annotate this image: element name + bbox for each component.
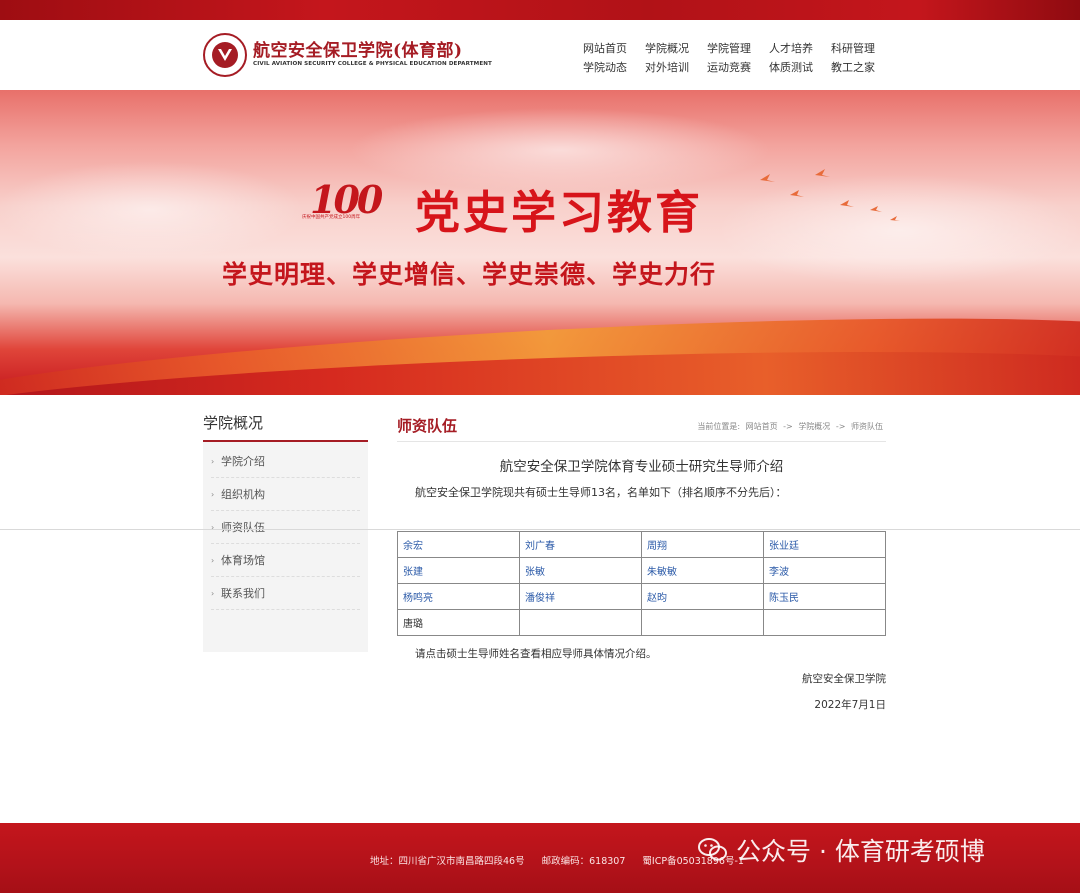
bullet-icon: › bbox=[211, 523, 215, 532]
empty-cell bbox=[641, 609, 764, 636]
nav-item-news[interactable]: 学院动态 bbox=[583, 59, 645, 78]
mentor-link[interactable]: 陈玉民 bbox=[763, 583, 886, 610]
nav-item-overview[interactable]: 学院概况 bbox=[645, 40, 707, 59]
watermark-text: 公众号 · 体育研考硕博 bbox=[736, 837, 985, 866]
mentor-link[interactable]: 朱敏敏 bbox=[641, 557, 764, 584]
table-row: 唐璐 bbox=[397, 609, 886, 636]
banner-title: 党史学习教育 bbox=[415, 186, 704, 239]
doves-icon bbox=[760, 169, 900, 221]
mentor-table: 余宏 刘广春 周翔 张业廷 张建 张敏 朱敏敏 李波 杨鸣亮 潘俊祥 赵昀 陈玉… bbox=[397, 531, 886, 636]
mentor-link[interactable]: 余宏 bbox=[397, 531, 520, 558]
footer-address: 地址：四川省广汉市南昌路四段46号 bbox=[370, 856, 525, 867]
article-note: 请点击硕士生导师姓名查看相应导师具体情况介绍。 bbox=[415, 648, 657, 660]
table-row: 张建 张敏 朱敏敏 李波 bbox=[397, 557, 886, 584]
nav-item-external-training[interactable]: 对外培训 bbox=[645, 59, 707, 78]
mentor-link[interactable]: 张敏 bbox=[519, 557, 642, 584]
section-title: 师资队伍 bbox=[397, 417, 458, 435]
signature-org: 航空安全保卫学院 bbox=[802, 673, 886, 685]
mentor-link[interactable]: 李波 bbox=[763, 557, 886, 584]
sidebar-item-intro[interactable]: › 学院介绍 bbox=[211, 445, 360, 478]
banner-slogan: 学史明理、学史增信、学史崇德、学史力行 bbox=[222, 260, 717, 289]
sidebar-item-label: 体育场馆 bbox=[221, 554, 265, 567]
bullet-icon: › bbox=[211, 589, 215, 598]
mentor-link[interactable]: 杨鸣亮 bbox=[397, 583, 520, 610]
bullet-icon: › bbox=[211, 490, 215, 499]
empty-cell bbox=[763, 609, 886, 636]
site-title: 航空安全保卫学院(体育部) bbox=[253, 41, 463, 61]
site-subtitle: CIVIL AVIATION SECURITY COLLEGE & PHYSIC… bbox=[253, 61, 492, 67]
bullet-icon: › bbox=[211, 556, 215, 565]
nav-item-research[interactable]: 科研管理 bbox=[831, 40, 893, 59]
wechat-icon bbox=[698, 838, 727, 861]
breadcrumb-home[interactable]: 网站首页 bbox=[746, 422, 778, 431]
breadcrumb-overview[interactable]: 学院概况 bbox=[798, 422, 830, 431]
footer-postcode: 邮政编码：618307 bbox=[541, 856, 626, 867]
wechat-watermark: 公众号 · 体育研考硕博 bbox=[698, 833, 985, 867]
centenary-badge: 100 庆祝中国共产党成立100周年 bbox=[302, 177, 390, 227]
nav-row: 学院动态 对外培训 运动竞赛 体质测试 教工之家 bbox=[583, 59, 893, 78]
content-header: 师资队伍 当前位置是: 网站首页 -> 学院概况 -> 师资队伍 bbox=[397, 405, 886, 442]
sidebar-item-label: 师资队伍 bbox=[221, 521, 265, 534]
sidebar-item-venues[interactable]: › 体育场馆 bbox=[211, 544, 360, 577]
college-seal-icon bbox=[203, 33, 247, 77]
nav-row: 网站首页 学院概况 学院管理 人才培养 科研管理 bbox=[583, 40, 893, 59]
sidebar-item-faculty[interactable]: › 师资队伍 bbox=[211, 511, 360, 544]
breadcrumb-current: 师资队伍 bbox=[851, 422, 883, 431]
badge-caption: 庆祝中国共产党成立100周年 bbox=[302, 215, 361, 220]
nav-item-training[interactable]: 人才培养 bbox=[769, 40, 831, 59]
nav-item-competitions[interactable]: 运动竞赛 bbox=[707, 59, 769, 78]
sidebar-heading: 学院概况 bbox=[203, 405, 368, 442]
mentor-link[interactable]: 潘俊祥 bbox=[519, 583, 642, 610]
mentor-link[interactable]: 周翔 bbox=[641, 531, 764, 558]
signature-date: 2022年7月1日 bbox=[814, 699, 886, 711]
bullet-icon: › bbox=[211, 457, 215, 466]
main-nav: 网站首页 学院概况 学院管理 人才培养 科研管理 学院动态 对外培训 运动竞赛 … bbox=[583, 40, 893, 78]
mentor-name: 唐璐 bbox=[397, 609, 520, 636]
article-intro: 航空安全保卫学院现共有硕士生导师13名，名单如下（排名顺序不分先后）： bbox=[415, 486, 787, 499]
site-logo[interactable]: 航空安全保卫学院(体育部) CIVIL AVIATION SECURITY CO… bbox=[203, 33, 493, 79]
nav-item-fitness-test[interactable]: 体质测试 bbox=[769, 59, 831, 78]
sidebar-item-label: 学院介绍 bbox=[221, 455, 265, 468]
sidebar-item-organization[interactable]: › 组织机构 bbox=[211, 478, 360, 511]
breadcrumb: 当前位置是: 网站首页 -> 学院概况 -> 师资队伍 bbox=[697, 421, 886, 432]
divider bbox=[0, 529, 1080, 530]
sidebar-list: › 学院介绍 › 组织机构 › 师资队伍 › 体育场馆 › 联系我们 bbox=[203, 445, 368, 610]
breadcrumb-separator: -> bbox=[835, 422, 846, 431]
table-row: 余宏 刘广春 周翔 张业廷 bbox=[397, 531, 886, 558]
mentor-link[interactable]: 张业廷 bbox=[763, 531, 886, 558]
article-title: 航空安全保卫学院体育专业硕士研究生导师介绍 bbox=[499, 459, 784, 475]
nav-item-home[interactable]: 网站首页 bbox=[583, 40, 645, 59]
mentor-link[interactable]: 赵昀 bbox=[641, 583, 764, 610]
nav-item-staff-home[interactable]: 教工之家 bbox=[831, 59, 893, 78]
sidebar-item-label: 组织机构 bbox=[221, 488, 265, 501]
header: 航空安全保卫学院(体育部) CIVIL AVIATION SECURITY CO… bbox=[0, 20, 1080, 90]
mentor-link[interactable]: 刘广春 bbox=[519, 531, 642, 558]
sidebar-item-label: 联系我们 bbox=[221, 587, 265, 600]
top-red-strip bbox=[0, 0, 1080, 20]
nav-item-management[interactable]: 学院管理 bbox=[707, 40, 769, 59]
sidebar-item-contact[interactable]: › 联系我们 bbox=[211, 577, 360, 610]
mentor-link[interactable]: 张建 bbox=[397, 557, 520, 584]
empty-cell bbox=[519, 609, 642, 636]
hero-banner: 100 庆祝中国共产党成立100周年 党史学习教育 学史明理、学史增信、学史崇德… bbox=[0, 90, 1080, 395]
footer: 地址：四川省广汉市南昌路四段46号 邮政编码：618307 蜀ICP备05031… bbox=[0, 823, 1080, 893]
table-row: 杨鸣亮 潘俊祥 赵昀 陈玉民 bbox=[397, 583, 886, 610]
breadcrumb-prefix: 当前位置是: bbox=[697, 422, 741, 431]
breadcrumb-separator: -> bbox=[783, 422, 793, 431]
